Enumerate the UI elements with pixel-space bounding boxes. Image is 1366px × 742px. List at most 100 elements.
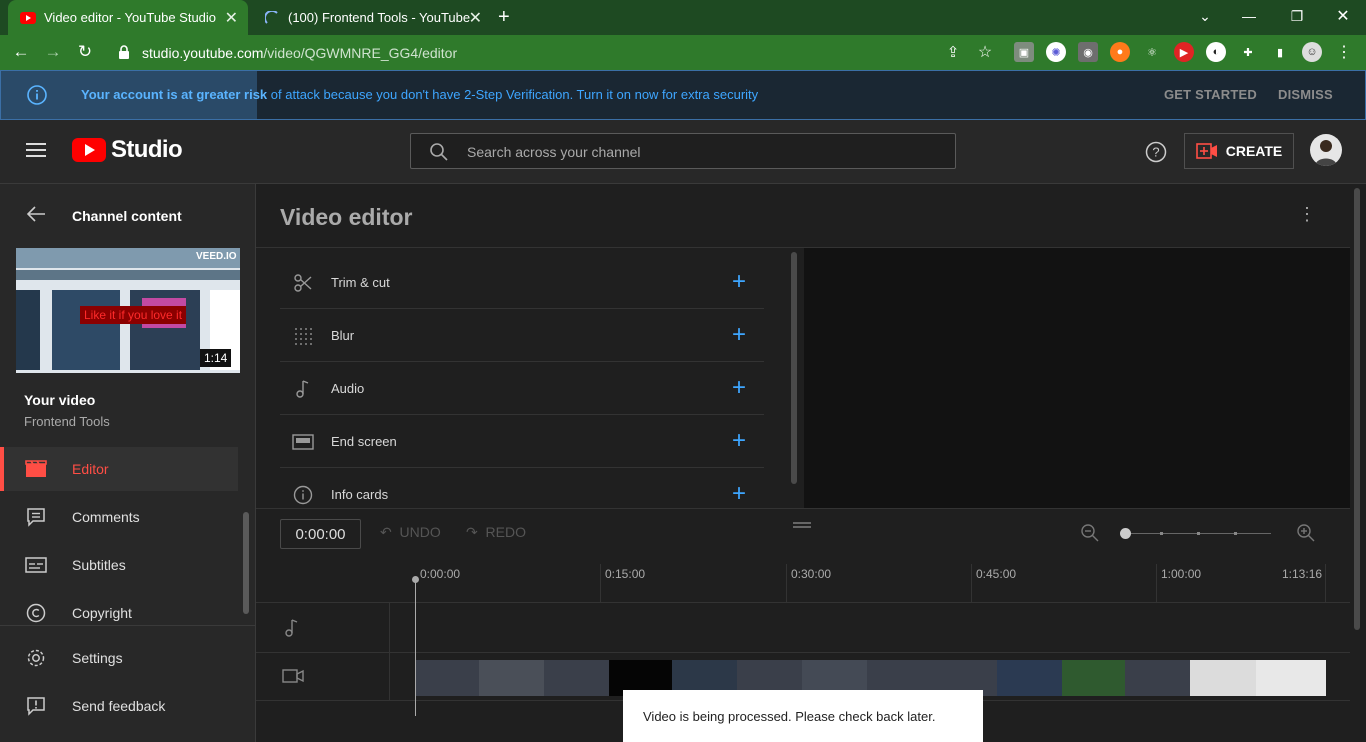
sidebar-item-copyright[interactable]: Copyright xyxy=(0,591,238,635)
more-options-icon[interactable]: ⋮ xyxy=(1298,204,1316,225)
extension-flower-icon[interactable]: ✺ xyxy=(1046,42,1066,62)
minimize-icon[interactable]: — xyxy=(1226,0,1272,32)
track-divider xyxy=(256,652,1350,653)
thumbnail-brand: VEED.IO xyxy=(196,251,237,262)
youtube-logo-icon[interactable] xyxy=(72,138,106,167)
studio-logo-text[interactable]: Studio xyxy=(111,136,183,164)
tool-blur[interactable]: Blur + xyxy=(280,309,764,362)
share-icon[interactable]: ⇪ xyxy=(940,39,966,65)
add-plus-icon[interactable]: + xyxy=(732,480,746,508)
tab-close-icon[interactable]: ✕ xyxy=(225,8,238,28)
end-screen-icon xyxy=(292,432,314,452)
add-plus-icon[interactable]: + xyxy=(732,268,746,296)
help-icon[interactable]: ? xyxy=(1145,141,1167,168)
page-scrollbar[interactable] xyxy=(1354,188,1360,630)
ruler-tick xyxy=(786,564,787,602)
ruler-label: 0:00:00 xyxy=(420,567,461,581)
undo-icon: ↶ xyxy=(380,524,392,540)
ruler-label: 1:13:16 xyxy=(1282,567,1323,581)
profile-avatar[interactable]: ☺ xyxy=(1302,42,1322,62)
back-arrow-icon[interactable]: ← xyxy=(8,39,34,65)
tool-end-screen[interactable]: End screen + xyxy=(280,415,764,468)
sidebar-item-send-feedback[interactable]: Send feedback xyxy=(0,684,238,728)
tool-label: End screen xyxy=(331,434,397,449)
tab-close-icon[interactable]: ✕ xyxy=(469,8,482,28)
url-field[interactable]: studio.youtube.com/video/QGWMNRE_GG4/edi… xyxy=(142,40,1032,65)
ruler-tick xyxy=(600,564,601,602)
ruler-tick xyxy=(971,564,972,602)
undo-button[interactable]: ↶ UNDO xyxy=(380,524,441,541)
duration-badge: 1:14 xyxy=(200,349,232,367)
extension-orange-icon[interactable]: ● xyxy=(1110,42,1130,62)
tab-search-chevron-icon[interactable]: ⌄ xyxy=(1182,0,1228,32)
sidebar-item-label: Subtitles xyxy=(72,557,126,573)
search-icon xyxy=(429,142,449,167)
filmstrip-frame xyxy=(479,660,544,696)
get-started-button[interactable]: GET STARTED xyxy=(1164,87,1257,102)
music-note-icon xyxy=(292,379,314,399)
tool-label: Info cards xyxy=(331,487,389,502)
sidebar-item-editor[interactable]: Editor xyxy=(0,447,238,491)
redo-button[interactable]: ↷ REDO xyxy=(466,524,526,541)
extension-red-icon[interactable]: ▶ xyxy=(1174,42,1194,62)
forward-arrow-icon[interactable]: → xyxy=(40,39,66,65)
dismiss-button[interactable]: DISMISS xyxy=(1278,87,1333,102)
tab-title: Video editor - YouTube Studio xyxy=(44,10,217,25)
info-icon xyxy=(27,85,47,110)
sidebar-item-comments[interactable]: Comments xyxy=(0,495,238,539)
processing-toast: Video is being processed. Please check b… xyxy=(623,690,983,742)
tab-video-editor[interactable]: Video editor - YouTube Studio ✕ xyxy=(8,0,248,35)
new-tab-button[interactable]: + xyxy=(498,6,510,29)
add-plus-icon[interactable]: + xyxy=(732,321,746,349)
zoom-out-icon[interactable] xyxy=(1080,523,1100,548)
tools-scrollbar[interactable] xyxy=(791,252,797,484)
reload-icon[interactable]: ↻ xyxy=(72,39,98,65)
tab-title: (100) Frontend Tools - YouTube xyxy=(288,10,471,25)
restore-icon[interactable]: ❐ xyxy=(1274,0,1320,32)
video-track-icon xyxy=(282,668,304,689)
extension-circle-icon[interactable]: ◐ xyxy=(1206,42,1226,62)
hamburger-menu-icon[interactable] xyxy=(26,142,46,163)
editor-icon xyxy=(24,457,48,481)
window-close-icon[interactable]: ✕ xyxy=(1320,0,1366,32)
react-devtools-icon[interactable]: ⚛ xyxy=(1142,42,1162,62)
feedback-icon xyxy=(24,694,48,718)
chrome-menu-icon[interactable]: ⋮ xyxy=(1334,42,1354,62)
channel-content-title[interactable]: Channel content xyxy=(72,208,182,224)
video-preview[interactable] xyxy=(804,248,1350,508)
create-button[interactable]: CREATE xyxy=(1184,133,1294,169)
banner-message-strong: Your account is at greater risk xyxy=(81,87,268,102)
sidebar-item-subtitles[interactable]: Subtitles xyxy=(0,543,238,587)
timecode-field[interactable]: 0:00:00 xyxy=(280,519,361,549)
channel-avatar[interactable] xyxy=(1310,134,1342,166)
ruler-label: 1:00:00 xyxy=(1161,567,1202,581)
lock-icon[interactable] xyxy=(118,45,130,64)
screenshot-camera-icon[interactable]: ◉ xyxy=(1078,42,1098,62)
sidebar-item-label: Comments xyxy=(72,509,140,525)
tab-frontend-tools[interactable]: (100) Frontend Tools - YouTube ✕ xyxy=(252,0,492,35)
side-panel-icon[interactable]: ▮ xyxy=(1270,42,1290,62)
url-path: /video/QGWMNRE_GG4/editor xyxy=(263,44,458,61)
sidebar-item-label: Editor xyxy=(72,461,109,477)
tool-audio[interactable]: Audio + xyxy=(280,362,764,415)
add-plus-icon[interactable]: + xyxy=(732,427,746,455)
bookmark-star-icon[interactable]: ☆ xyxy=(972,39,998,65)
back-arrow-icon[interactable] xyxy=(26,206,46,227)
sidebar-divider xyxy=(0,625,256,626)
zoom-in-icon[interactable] xyxy=(1296,523,1316,548)
tool-info-cards[interactable]: Info cards + xyxy=(280,468,764,521)
create-video-icon xyxy=(1195,143,1218,159)
add-plus-icon[interactable]: + xyxy=(732,374,746,402)
search-input[interactable]: Search across your channel xyxy=(410,133,956,169)
sidebar-scrollbar[interactable] xyxy=(243,512,249,614)
extensions-puzzle-icon[interactable]: ✚ xyxy=(1238,42,1258,62)
tool-trim-cut[interactable]: Trim & cut + xyxy=(280,256,764,309)
zoom-slider-handle[interactable] xyxy=(1120,528,1131,539)
video-thumbnail[interactable]: VEED.IO Like it if you love it 1:14 xyxy=(16,248,240,373)
extension-puzzle-app-icon[interactable]: ▣ xyxy=(1014,42,1034,62)
sidebar-item-label: Copyright xyxy=(72,605,132,621)
sidebar-item-settings[interactable]: Settings xyxy=(0,636,238,680)
drag-handle-icon[interactable] xyxy=(793,522,811,528)
svg-text:?: ? xyxy=(1152,145,1159,160)
zoom-tick xyxy=(1234,532,1237,535)
